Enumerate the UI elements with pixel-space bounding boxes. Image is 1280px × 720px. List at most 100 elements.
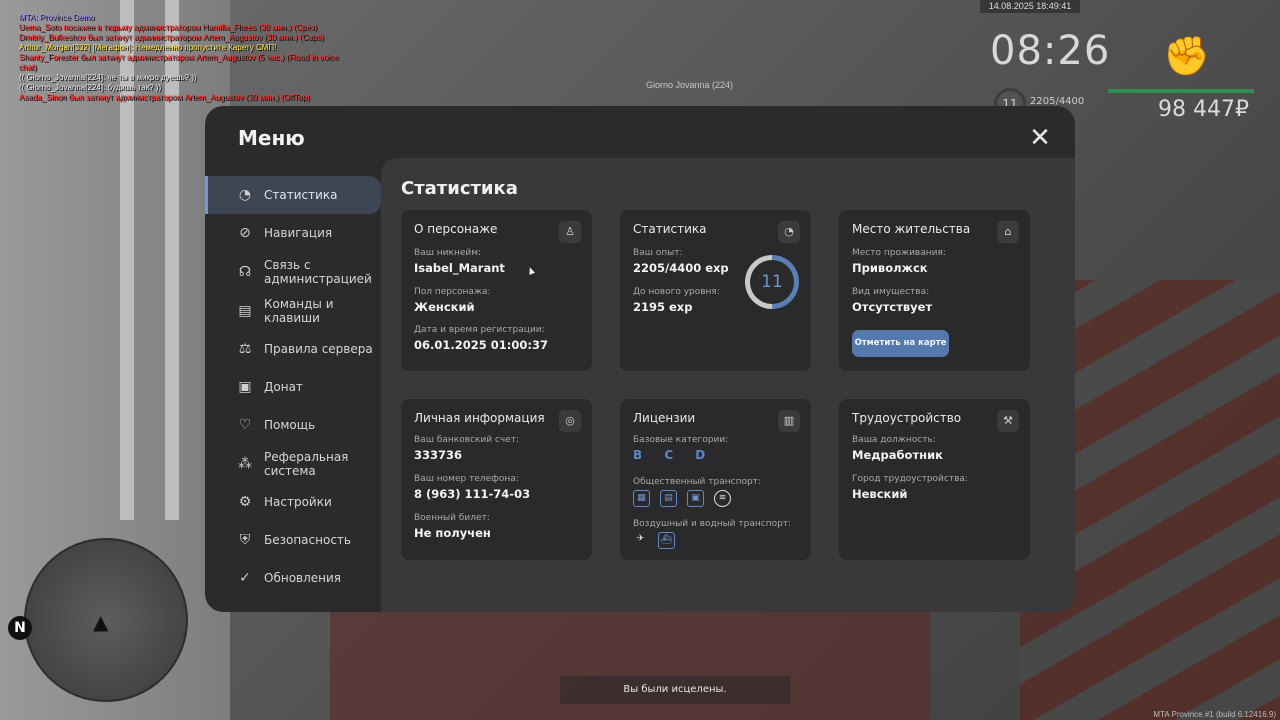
bank-value: 333736 [414, 448, 463, 462]
tram-icon: ▣ [687, 490, 704, 507]
nav-item-label: Настройки [264, 495, 332, 509]
nav-item-label: Навигация [264, 226, 333, 240]
player-nametag: Giorno Jovanna (224) [646, 80, 734, 90]
property-label: Вид имущества: [852, 287, 930, 297]
phone-value: 8 (963) 111-74-03 [414, 487, 531, 501]
nav-item-security[interactable]: ⛨ Безопасность [205, 521, 381, 559]
card-personal: Личная информация ◎ Ваш банковский счет:… [401, 399, 592, 560]
hud-health-bar [1108, 89, 1254, 93]
nav-item-settings[interactable]: ⚙ Настройки [205, 483, 381, 521]
nav-item-donate[interactable]: ▣ Донат [205, 368, 381, 406]
headset-icon: ☊ [238, 263, 252, 280]
heart-hand-icon: ♡ [238, 417, 252, 433]
residence-value: Приволжск [852, 261, 928, 275]
nav-item-help[interactable]: ♡ Помощь [205, 406, 381, 444]
air-water-label: Воздушный и водный транспорт: [633, 519, 792, 529]
nav-item-label: Статистика [264, 188, 338, 202]
nav-item-label: Донат [264, 380, 303, 394]
nav-item-label: Помощь [264, 418, 316, 432]
chat-line: MTA: Province Demo [19, 13, 95, 22]
card-licenses: Лицензии ▥ Базовые категории: B C D Обще… [620, 399, 811, 560]
gender-value: Женский [414, 300, 475, 314]
nickname-label: Ваш никнейм: [414, 248, 482, 258]
nav-item-label: Реферальная система [264, 449, 349, 478]
chat-log: MTA: Province Demo Uema_Soto посажен в т… [19, 13, 349, 103]
card-statistics: Статистика ◔ Ваш опыт: 2205/4400 exp До … [620, 210, 811, 371]
next-level-value: 2195 exp [633, 300, 693, 314]
nav-item-navigation[interactable]: ⊘ Навигация [205, 214, 381, 252]
hammer-icon: ⚒ [997, 410, 1019, 432]
scales-icon: ⚖ [238, 341, 252, 357]
level-progress-ring: 11 [745, 255, 799, 309]
boat-icon: ⛴ [658, 532, 675, 549]
fist-icon: ✊ [1163, 34, 1211, 78]
shield-icon: ⛨ [239, 532, 251, 548]
document-icon: ▤ [238, 302, 252, 319]
public-transport-label: Общественный транспорт: [633, 477, 761, 487]
nav-item-label: Обновления [264, 571, 342, 585]
chat-line: Arthur_Morgan[332] [Мегафон]: Немедленно… [19, 43, 277, 52]
registration-value: 06.01.2025 01:00:37 [414, 338, 548, 352]
chat-line: (( Giorno_Jovanna[224]: че ты в микро ду… [19, 73, 197, 82]
nav-item-label: Безопасность [264, 533, 351, 547]
military-label: Военный билет: [414, 513, 490, 523]
card-title: Лицензии [633, 411, 696, 425]
nav-item-rules[interactable]: ⚖ Правила сервера [205, 330, 381, 368]
gender-label: Пол персонажа: [414, 287, 491, 297]
nav-item-commands[interactable]: ▤ Команды и клавиши [205, 291, 381, 330]
chart-icon: ◔ [778, 221, 800, 243]
trolleybus-icon: ▦ [633, 490, 650, 507]
compass-icon: ⊘ [239, 225, 251, 241]
exp-value: 2205/4400 exp [633, 261, 729, 275]
level-value: 11 [750, 260, 794, 304]
card-character: О персонаже ♙ Ваш никнейм: Isabel_Marant… [401, 210, 592, 371]
nav-item-statistics[interactable]: ◔ Статистика [205, 176, 381, 214]
card-title: Место жительства [852, 222, 971, 236]
license-icon: ▥ [778, 410, 800, 432]
network-icon: ⁂ [238, 455, 252, 472]
home-icon: ⌂ [997, 221, 1019, 243]
menu-title: Меню [238, 126, 305, 150]
player-arrow-icon: ▲ [93, 610, 109, 634]
chat-line: (( Giorno_Jovanna[224]: будишь так? )) [19, 83, 162, 92]
card-title: О персонаже [414, 222, 498, 236]
next-level-label: До нового уровня: [633, 287, 720, 297]
bank-label: Ваш банковский счет: [414, 435, 520, 445]
base-categories-label: Базовые категории: [633, 435, 729, 445]
nickname-value: Isabel_Marant [414, 261, 505, 275]
military-value: Не получен [414, 526, 491, 540]
notification-toast: Вы были исцелены. [560, 676, 790, 704]
airplane-icon: ✈ [636, 534, 645, 544]
nav-item-updates[interactable]: ✓ Обновления [205, 559, 381, 597]
stats-content: Статистика О персонаже ♙ Ваш никнейм: Is… [381, 158, 1075, 612]
mark-on-map-button[interactable]: Отметить на карте [852, 330, 949, 357]
position-value: Медработник [852, 448, 943, 462]
check-circle-icon: ✓ [239, 570, 251, 586]
wallet-icon: ▣ [238, 379, 252, 395]
registration-label: Дата и время регистрации: [414, 325, 545, 335]
nav-item-label: Связь с администрацией [264, 257, 372, 286]
user-icon: ♙ [559, 221, 581, 243]
nav-item-label: Команды и клавиши [264, 296, 334, 325]
nav-item-label: Правила сервера [264, 342, 373, 356]
phone-label: Ваш номер телефона: [414, 474, 519, 484]
gear-icon: ⚙ [238, 494, 252, 510]
card-title: Личная информация [414, 411, 545, 425]
card-title: Статистика [633, 222, 707, 236]
person-circle-icon: ◎ [559, 410, 581, 432]
close-icon[interactable]: ✕ [1029, 125, 1051, 151]
chat-line: Dmitriy_Bulkeshov был заткнут администра… [19, 33, 324, 42]
nav-item-contact-admin[interactable]: ☊ Связь с администрацией [205, 252, 381, 291]
content-title: Статистика [401, 178, 518, 199]
employment-city-value: Невский [852, 487, 908, 501]
employment-city-label: Город трудоустройства: [852, 474, 968, 484]
card-employment: Трудоустройство ⚒ Ваша должность: Медраб… [839, 399, 1030, 560]
nav-item-referral[interactable]: ⁂ Реферальная система [205, 444, 381, 483]
chat-line: Uema_Soto посажен в тюрьму администратор… [19, 23, 318, 32]
chat-line: Shanty_Forester был заткнут администрато… [19, 53, 339, 72]
air-water-icons: ✈ ⛴ [633, 532, 675, 549]
version-label: MTA Province #1 (build 6.12416.9) [1153, 710, 1276, 719]
hud-datetime: 14.08.2025 18:49:41 [980, 0, 1080, 13]
hud-clock: 08:26 [990, 28, 1111, 74]
chat-line: Asada_Sinon был заткнут администратором … [19, 93, 310, 102]
